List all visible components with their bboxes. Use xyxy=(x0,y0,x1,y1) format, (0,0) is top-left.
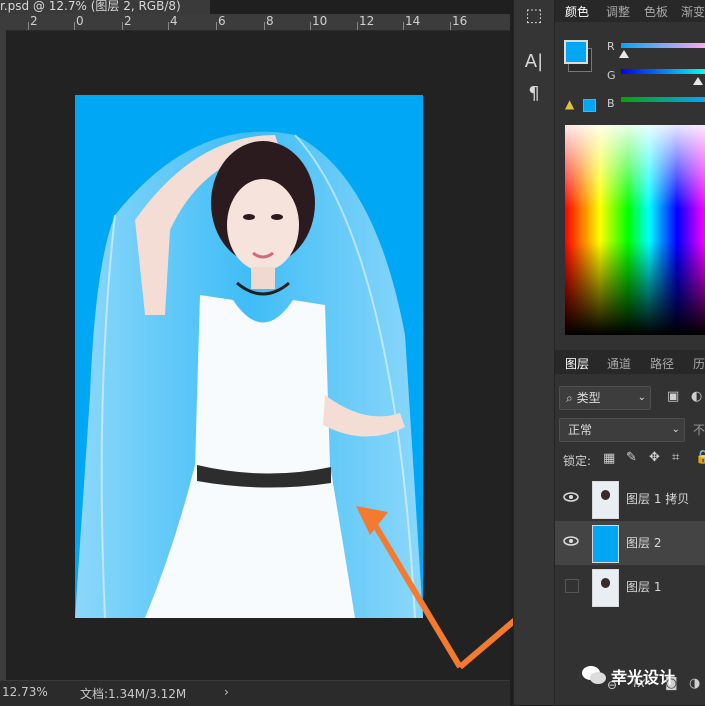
ruler-label: 2 xyxy=(124,14,132,28)
opacity-label: 不 xyxy=(693,423,705,437)
blend-mode-dropdown[interactable]: 正常 ⌄ xyxy=(559,418,685,442)
3d-cube-icon[interactable]: ⬚ xyxy=(514,2,554,30)
wechat-icon xyxy=(582,666,606,684)
ruler-label: 4 xyxy=(170,14,178,28)
chevron-right-icon[interactable]: › xyxy=(224,685,229,699)
watermark: 幸光设计 xyxy=(581,662,675,690)
ruler-label: 2 xyxy=(30,14,38,28)
ruler-label: 12 xyxy=(359,14,375,28)
channel-b-label: B xyxy=(607,97,615,110)
document-tab[interactable]: r.psd @ 12.7% (图层 2, RGB/8) xyxy=(0,0,210,14)
crop-icon[interactable]: ⌗ xyxy=(672,450,679,465)
warning-icon: ▲ xyxy=(565,97,575,111)
layer-filter-label: 类型 xyxy=(576,391,601,405)
horizontal-ruler: 2 0 2 4 6 8 10 12 14 16 xyxy=(0,14,510,31)
layer-thumbnail xyxy=(592,525,619,563)
paragraph-icon[interactable]: ¶ xyxy=(514,80,554,108)
blue-slider[interactable] xyxy=(621,97,705,102)
ruler-label: 8 xyxy=(266,14,274,28)
tab-adjustments[interactable]: 调整 xyxy=(606,3,630,20)
tool-options-column: ⬚ A| ¶ xyxy=(513,0,555,705)
web-safe-color-swatch[interactable] xyxy=(583,99,596,112)
tab-channels[interactable]: 通道 xyxy=(607,355,631,372)
slider-handle[interactable] xyxy=(693,77,703,85)
search-icon: ⌕ xyxy=(566,391,573,405)
layer-row-selected[interactable]: 图层 2 xyxy=(555,521,705,565)
slider-handle[interactable] xyxy=(619,50,629,58)
chevron-down-icon: ⌄ xyxy=(637,392,646,403)
layer-name: 图层 1 xyxy=(626,580,662,594)
image-filter-icon[interactable]: ▣ xyxy=(667,389,679,404)
chevron-down-icon: ⌄ xyxy=(671,424,680,435)
ruler-label: 16 xyxy=(452,14,468,28)
color-panel-tabs: 颜色 调整 色板 渐变 xyxy=(555,0,705,22)
color-spectrum-picker[interactable] xyxy=(565,125,705,335)
tab-swatches[interactable]: 色板 xyxy=(644,3,668,20)
eye-icon[interactable] xyxy=(563,533,579,549)
blend-mode-value: 正常 xyxy=(568,423,593,437)
tab-layers[interactable]: 图层 xyxy=(565,355,589,372)
eye-icon[interactable] xyxy=(563,489,579,505)
layers-panel-tabs: 图层 通道 路径 历 xyxy=(555,350,705,374)
character-panel-icon[interactable]: A| xyxy=(514,48,554,76)
ruler-label: 14 xyxy=(405,14,421,28)
tab-history[interactable]: 历 xyxy=(693,355,705,372)
layer-thumbnail xyxy=(592,481,619,519)
layer-thumbnail xyxy=(592,569,619,607)
visibility-toggle[interactable] xyxy=(565,579,579,593)
layer-name: 图层 2 xyxy=(626,536,662,550)
lock-transparent-icon[interactable]: ▦ xyxy=(603,451,615,466)
layer-name: 图层 1 拷贝 xyxy=(626,492,690,506)
watermark-text: 幸光设计 xyxy=(611,668,676,687)
channel-r-label: R xyxy=(607,40,615,53)
ruler-label: 10 xyxy=(312,14,328,28)
artboard-photo[interactable] xyxy=(75,95,423,618)
red-slider[interactable] xyxy=(621,43,705,48)
document-size: 文档:1.34M/3.12M xyxy=(80,687,187,701)
layer-row[interactable]: 图层 1 xyxy=(555,565,705,609)
adjustment-filter-icon[interactable]: ◐ xyxy=(691,389,702,404)
lock-icon[interactable]: 🔒 xyxy=(695,450,705,465)
brush-icon[interactable]: ✎ xyxy=(626,450,637,465)
zoom-level[interactable]: 12.73% xyxy=(2,685,48,699)
foreground-color-swatch[interactable] xyxy=(564,40,588,64)
lock-label: 锁定: xyxy=(563,454,592,468)
right-panel: 颜色 调整 色板 渐变 ▲ R G B 图层 通道 路径 历 ⌕ 类型 ⌄ ▣ … xyxy=(555,0,705,705)
adjustment-layer-icon[interactable]: ◑ xyxy=(689,676,700,691)
layer-filter-dropdown[interactable]: ⌕ 类型 ⌄ xyxy=(559,386,651,410)
status-bar: 12.73% 文档:1.34M/3.12M › xyxy=(0,680,510,706)
document-tab-title: r.psd @ 12.7% (图层 2, RGB/8) xyxy=(0,0,181,13)
move-icon[interactable]: ✥ xyxy=(649,450,660,465)
tab-color[interactable]: 颜色 xyxy=(565,3,589,20)
green-slider[interactable] xyxy=(621,69,705,74)
layer-row-copy[interactable]: 图层 1 拷贝 xyxy=(555,477,705,521)
channel-g-label: G xyxy=(607,69,616,82)
ruler-label: 6 xyxy=(218,14,226,28)
portrait-image xyxy=(75,131,423,618)
tab-paths[interactable]: 路径 xyxy=(650,355,674,372)
ruler-label: 0 xyxy=(76,14,84,28)
tab-gradients[interactable]: 渐变 xyxy=(681,3,705,20)
